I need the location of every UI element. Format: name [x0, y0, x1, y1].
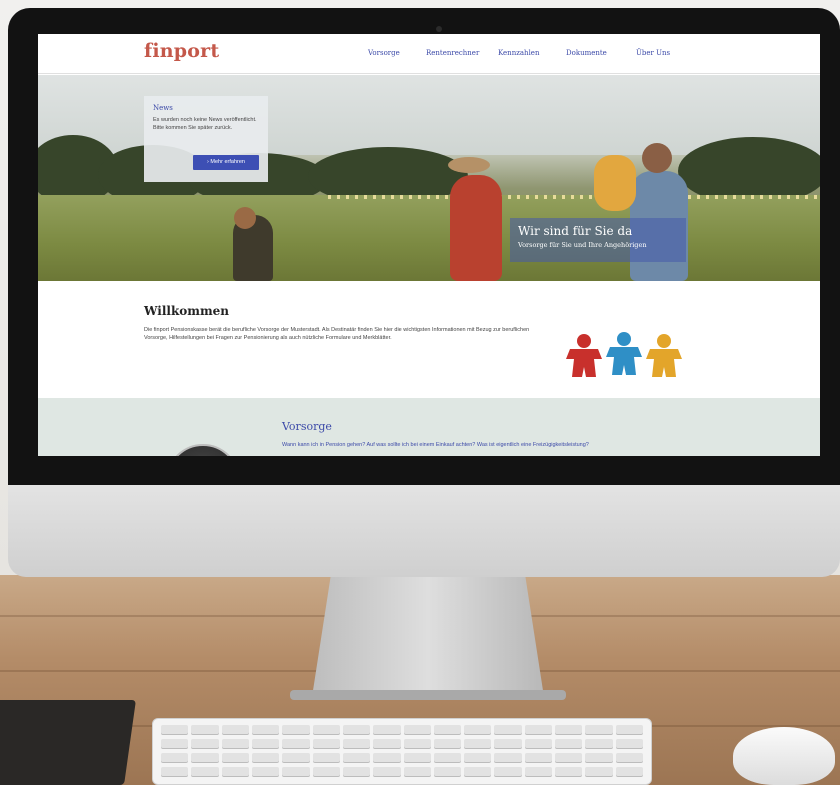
vorsorge-title: Vorsorge [282, 420, 332, 433]
news-text: Es wurden noch keine News veröffentlicht… [153, 117, 257, 131]
blue-figure [606, 332, 642, 375]
more-info-button[interactable]: › Mehr erfahren [193, 155, 259, 170]
keyboard [152, 718, 652, 785]
welcome-title: Willkommen [144, 304, 230, 318]
logo[interactable]: finport [144, 40, 219, 62]
monitor-stand-foot [290, 690, 566, 700]
hero-caption: Wir sind für Sie da Vorsorge für Sie und… [510, 218, 686, 262]
red-figure [566, 334, 602, 377]
notebook [0, 700, 136, 785]
news-title: News [153, 104, 173, 112]
camera-icon [436, 26, 442, 32]
yellow-figure [646, 334, 682, 377]
news-card: News Es wurden noch keine News veröffent… [144, 96, 268, 182]
hat-shape [448, 157, 490, 173]
nav-item-dokumente[interactable]: Dokumente [566, 49, 607, 57]
game-figures-image [566, 332, 682, 377]
man-head [642, 143, 672, 173]
hero-subtitle: Vorsorge für Sie und Ihre Angehörigen [518, 241, 647, 249]
mouse [733, 727, 835, 785]
baby-figure [594, 155, 636, 211]
child-head [234, 207, 256, 229]
monitor-chin [8, 485, 840, 577]
monitor-stand [312, 577, 544, 697]
welcome-text: Die finport Pensionskasse berät die beru… [144, 327, 530, 341]
hero-grass [38, 195, 820, 281]
nav-item-ueber-uns[interactable]: Über Uns [636, 49, 670, 57]
vorsorge-text: Wann kann ich in Pension gehen? Auf was … [282, 442, 589, 448]
site-header: finport Vorsorge Rentenrechner Kennzahle… [38, 34, 820, 74]
nav-item-rentenrechner[interactable]: Rentenrechner [426, 49, 479, 57]
woman-figure [450, 175, 502, 281]
string-lights [328, 195, 820, 199]
nav-item-kennzahlen[interactable]: Kennzahlen [498, 49, 539, 57]
hero-title: Wir sind für Sie da [518, 224, 633, 238]
nav-item-vorsorge[interactable]: Vorsorge [368, 49, 400, 57]
browser-screen: finport Vorsorge Rentenrechner Kennzahle… [38, 34, 820, 456]
